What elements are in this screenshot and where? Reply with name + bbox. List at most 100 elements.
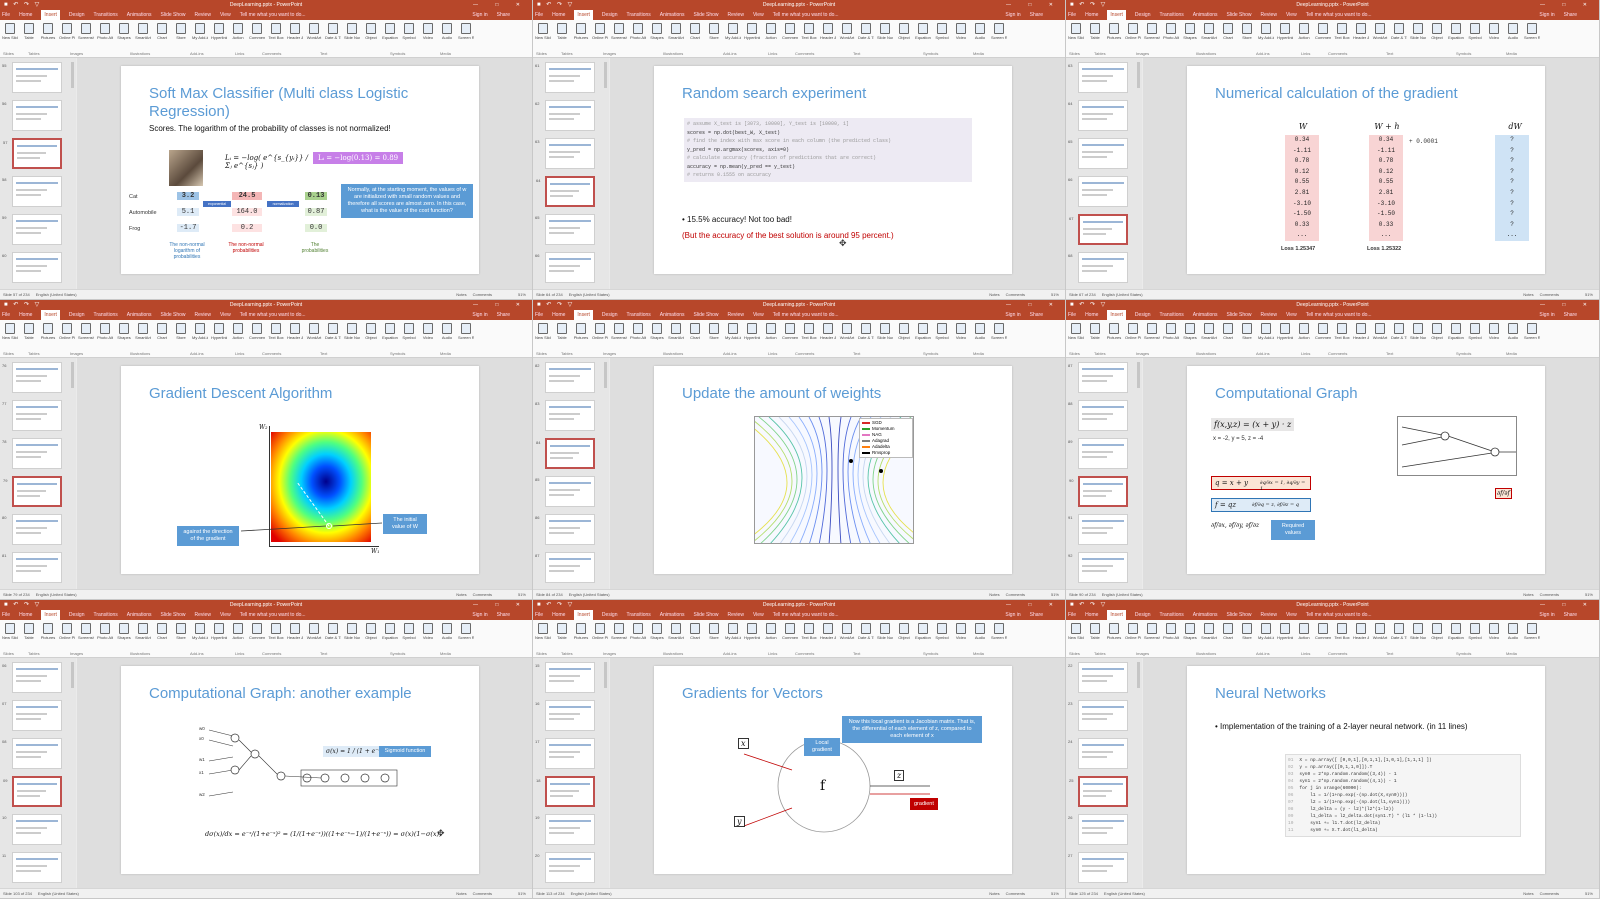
tab-view[interactable]: View — [1286, 610, 1297, 620]
ribbon-button-object[interactable]: Object — [363, 323, 379, 340]
ribbon-button-pictures[interactable]: Pictures — [40, 623, 56, 640]
notes-button[interactable]: Notes — [456, 891, 466, 896]
ribbon-button-chart[interactable]: Chart — [687, 323, 703, 340]
ribbon-button-chart[interactable]: Chart — [154, 623, 170, 640]
notes-button[interactable]: Notes — [456, 292, 466, 297]
ribbon-button-my-add-ins[interactable]: My Add-ins — [192, 623, 208, 640]
current-slide[interactable]: Update the amount of weights SGD Momentum N… — [654, 366, 1012, 574]
ribbon-button-photo-album[interactable]: Photo Album — [1163, 23, 1179, 40]
ribbon-button-chart[interactable]: Chart — [154, 323, 170, 340]
ribbon-button-shapes[interactable]: Shapes — [1182, 23, 1198, 40]
tell-me-search[interactable]: Tell me what you want to do... — [1306, 610, 1372, 620]
ribbon-button-equation[interactable]: Equation — [1448, 623, 1464, 640]
slide-thumbnail[interactable]: 87 — [1068, 362, 1128, 393]
ribbon-button-pictures[interactable]: Pictures — [40, 23, 56, 40]
ribbon-button-smartart[interactable]: SmartArt — [135, 623, 151, 640]
tab-review[interactable]: Review — [728, 610, 744, 620]
slide-thumbnail[interactable]: 79 — [3, 476, 62, 507]
tab-animations[interactable]: Animations — [1193, 610, 1218, 620]
sign-in-link[interactable]: Sign in — [1005, 10, 1020, 20]
ribbon-button-screen-recording[interactable]: Screen Recording — [991, 23, 1007, 40]
ribbon-button-table[interactable]: Table — [21, 623, 37, 640]
ribbon-button-online-pictures[interactable]: Online Pictures — [592, 623, 608, 640]
thumbnail-scrollbar[interactable] — [71, 62, 74, 88]
zoom-level[interactable]: 51% — [518, 889, 526, 898]
tab-transitions[interactable]: Transitions — [94, 310, 118, 320]
sign-in-link[interactable]: Sign in — [472, 10, 487, 20]
ribbon-button-store[interactable]: Store — [1239, 23, 1255, 40]
ribbon-button-smartart[interactable]: SmartArt — [135, 23, 151, 40]
ribbon-button-slide-number[interactable]: Slide Number — [344, 23, 360, 40]
slide-thumbnail[interactable]: 61 — [535, 62, 595, 93]
ribbon-button-hyperlink[interactable]: Hyperlink — [1277, 23, 1293, 40]
ribbon-button-slide-number[interactable]: Slide Number — [877, 323, 893, 340]
slide-thumbnail[interactable]: 06 — [2, 662, 62, 693]
ribbon-button-wordart[interactable]: WordArt — [1372, 23, 1388, 40]
ribbon-button-smartart[interactable]: SmartArt — [668, 23, 684, 40]
tab-view[interactable]: View — [753, 610, 764, 620]
ribbon-button-symbol[interactable]: Symbol — [934, 23, 950, 40]
slide-thumbnail-pane[interactable]: 76 77 78 79 80 81 — [0, 358, 76, 589]
comments-button[interactable]: Comments — [1006, 891, 1025, 896]
tab-insert[interactable]: Insert — [574, 310, 593, 320]
slide-title[interactable]: Soft Max Classifier (Multi class Logisti… — [149, 85, 419, 121]
zoom-level[interactable]: 51% — [518, 290, 526, 299]
ribbon-button-object[interactable]: Object — [896, 23, 912, 40]
tab-file[interactable]: File — [535, 610, 543, 620]
slide-thumbnail[interactable]: 84 — [536, 438, 595, 469]
slide-thumbnail[interactable]: 65 — [1068, 138, 1128, 169]
share-button[interactable]: Share — [497, 310, 510, 320]
ribbon-button-photo-album[interactable]: Photo Album — [1163, 623, 1179, 640]
ribbon-button-screenshot[interactable]: Screenshot — [611, 323, 627, 340]
comments-button[interactable]: Comments — [1540, 292, 1559, 297]
ribbon-button-photo-album[interactable]: Photo Album — [97, 623, 113, 640]
ribbon-button-slide-number[interactable]: Slide Number — [344, 323, 360, 340]
share-button[interactable]: Share — [1564, 10, 1577, 20]
notes-button[interactable]: Notes — [1523, 891, 1533, 896]
ribbon-button-comment[interactable]: Comment — [782, 623, 798, 640]
window-controls[interactable]: — □ ✕ — [473, 300, 528, 310]
tab-design[interactable]: Design — [602, 10, 618, 20]
tab-transitions[interactable]: Transitions — [1160, 10, 1184, 20]
tab-home[interactable]: Home — [552, 10, 565, 20]
slide-thumbnail[interactable]: 55 — [2, 62, 62, 93]
slide-thumbnail[interactable]: 81 — [2, 552, 62, 583]
zoom-level[interactable]: 51% — [1051, 889, 1059, 898]
current-slide[interactable]: Neural Networks • Implementation of the t… — [1187, 666, 1545, 874]
zoom-level[interactable]: 51% — [1585, 590, 1593, 599]
ribbon-button-table[interactable]: Table — [1087, 23, 1103, 40]
current-slide[interactable]: Random search experiment # assume X_test … — [654, 66, 1012, 274]
ribbon-button-online-pictures[interactable]: Online Pictures — [1125, 323, 1141, 340]
window-controls[interactable]: — □ ✕ — [1006, 600, 1061, 610]
thumbnail-scrollbar[interactable] — [1137, 62, 1140, 88]
ribbon-button-hyperlink[interactable]: Hyperlink — [211, 323, 227, 340]
starting-moment-callout[interactable]: Normally, at the starting moment, the va… — [341, 184, 473, 218]
tab-transitions[interactable]: Transitions — [627, 310, 651, 320]
slide-thumbnail[interactable]: 86 — [535, 514, 595, 545]
ribbon-button-slide-number[interactable]: Slide Number — [877, 23, 893, 40]
slide-thumbnail[interactable]: 56 — [2, 100, 62, 131]
current-slide[interactable]: Computational Graph: another example w0 x0… — [121, 666, 479, 874]
slide-thumbnail[interactable]: 20 — [535, 852, 595, 883]
ribbon-button-pictures[interactable]: Pictures — [573, 323, 589, 340]
ribbon-button-shapes[interactable]: Shapes — [116, 623, 132, 640]
ribbon-button-store[interactable]: Store — [706, 323, 722, 340]
tab-design[interactable]: Design — [69, 610, 85, 620]
slide-thumbnail[interactable]: 10 — [2, 814, 62, 845]
ribbon-button-header-footer[interactable]: Header & Footer — [1353, 23, 1369, 40]
tab-slide-show[interactable]: Slide Show — [1227, 310, 1252, 320]
ribbon-button-screenshot[interactable]: Screenshot — [1144, 323, 1160, 340]
comments-button[interactable]: Comments — [473, 891, 492, 896]
tab-animations[interactable]: Animations — [1193, 310, 1218, 320]
ribbon-button-date-time[interactable]: Date & Time — [1391, 323, 1407, 340]
slide-thumbnail-pane[interactable]: 87 88 89 90 91 92 — [1066, 358, 1142, 589]
slide-thumbnail[interactable]: 15 — [535, 662, 595, 693]
ribbon-button-new-slide[interactable]: New Slide — [2, 323, 18, 340]
sign-in-link[interactable]: Sign in — [1005, 310, 1020, 320]
tab-design[interactable]: Design — [1135, 610, 1151, 620]
ribbon-button-symbol[interactable]: Symbol — [401, 23, 417, 40]
share-button[interactable]: Share — [497, 10, 510, 20]
ribbon-button-audio[interactable]: Audio — [439, 323, 455, 340]
ribbon-button-smartart[interactable]: SmartArt — [135, 323, 151, 340]
ribbon-button-audio[interactable]: Audio — [439, 623, 455, 640]
